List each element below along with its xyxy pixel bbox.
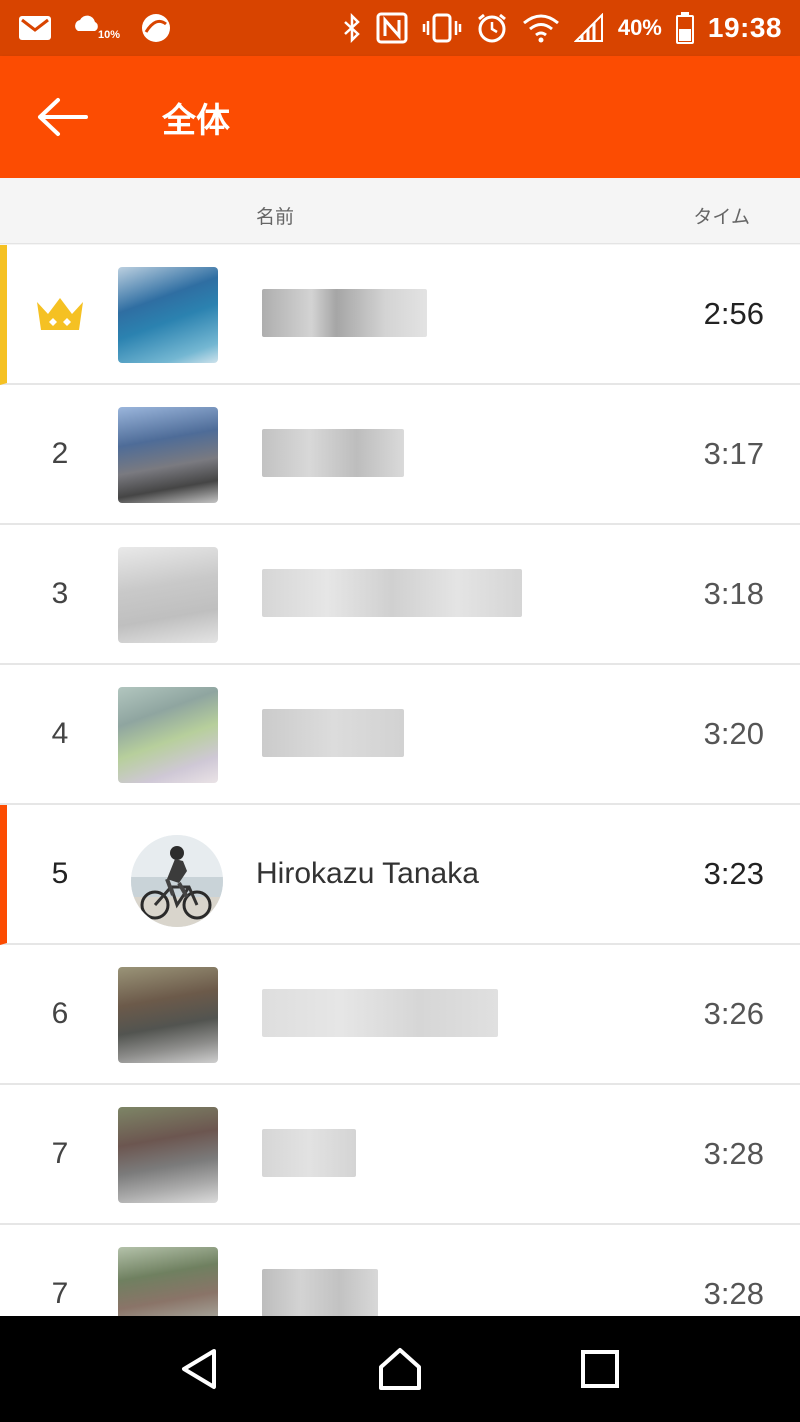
bluetooth-icon [342, 13, 362, 43]
recents-icon [581, 1350, 619, 1388]
avatar [131, 835, 223, 927]
status-clock: 19:38 [707, 12, 782, 43]
time-value: 3:28 [703, 1136, 764, 1171]
leaderboard-list: 2:56 2 3:17 3 3:18 4 3:20 5 Hirokazu Tan… [0, 245, 800, 1365]
avatar [118, 687, 218, 783]
time-value: 2:56 [703, 296, 764, 331]
screen: 10% 40% 19:38 全体 名前 タイム 2:56 2 3:17 3 3:… [0, 0, 800, 1422]
avatar-blurred [118, 267, 218, 363]
gmail-icon [18, 15, 52, 41]
leaderboard-row[interactable]: 2 3:17 [0, 385, 800, 525]
back-button[interactable] [0, 56, 124, 178]
weather-percent: 10% [98, 29, 121, 41]
column-header-time: タイム [693, 207, 750, 228]
time-value: 3:26 [703, 996, 764, 1031]
signal-icon [573, 13, 604, 43]
avatar [118, 967, 218, 1063]
battery-percent: 40% [617, 15, 662, 40]
time-value: 3:20 [703, 716, 764, 751]
rank-number: 5 [51, 857, 69, 890]
leaderboard-row[interactable]: 2:56 [0, 245, 800, 385]
leaderboard-row[interactable]: 7 3:28 [0, 1085, 800, 1225]
home-icon [379, 1348, 421, 1390]
cyclist-avatar-image [131, 835, 223, 927]
time-value: 3:23 [703, 856, 764, 891]
rank-number: 7 [51, 1137, 69, 1170]
rank-crown [0, 245, 120, 383]
avatar-blurred [118, 687, 218, 783]
column-header-name: 名前 [256, 207, 295, 228]
avatar [118, 1107, 218, 1203]
arrow-left-icon [38, 98, 88, 136]
nav-home-button[interactable] [360, 1329, 440, 1409]
avatar [118, 407, 218, 503]
app-bar: 全体 [0, 56, 800, 178]
status-right-icons: 40% 19:38 [342, 12, 782, 44]
avatar [118, 547, 218, 643]
time-value: 3:17 [703, 436, 764, 471]
name-redacted [262, 569, 522, 617]
alarm-icon [476, 12, 508, 44]
name-redacted [262, 709, 404, 757]
list-header: 名前 タイム [0, 178, 800, 244]
nfc-icon [376, 12, 408, 44]
rank-number: 3 [51, 577, 69, 610]
battery-icon [675, 12, 694, 44]
name-redacted [262, 989, 498, 1037]
avatar-blurred [118, 1107, 218, 1203]
nav-back-button[interactable] [160, 1329, 240, 1409]
status-bar: 10% 40% 19:38 [0, 0, 800, 56]
rank-number: 2 [51, 437, 69, 470]
avatar-blurred [118, 967, 218, 1063]
crown-icon [37, 298, 83, 330]
leaderboard-row-current-user[interactable]: 5 Hirokazu Tanaka 3:23 [0, 805, 800, 945]
app-icon [140, 12, 172, 44]
athlete-name: Hirokazu Tanaka [256, 857, 479, 890]
avatar-blurred [118, 547, 218, 643]
name-redacted [262, 1129, 356, 1177]
name-redacted [262, 429, 404, 477]
leaderboard-row[interactable]: 6 3:26 [0, 945, 800, 1085]
rank-number: 6 [51, 997, 69, 1030]
leaderboard-row[interactable]: 4 3:20 [0, 665, 800, 805]
status-left-icons: 10% [18, 12, 172, 44]
wifi-icon [522, 13, 560, 43]
page-title: 全体 [162, 101, 230, 140]
avatar [118, 267, 218, 363]
system-nav-bar [0, 1316, 800, 1422]
weather-icon: 10% [72, 15, 120, 41]
leaderboard-row[interactable]: 3 3:18 [0, 525, 800, 665]
name-redacted [262, 289, 427, 337]
back-triangle-icon [182, 1349, 216, 1389]
nav-recents-button[interactable] [560, 1329, 640, 1409]
name-redacted [262, 1269, 378, 1317]
rank-number: 4 [51, 717, 69, 750]
vibrate-icon [422, 13, 462, 43]
avatar-blurred [118, 407, 218, 503]
time-value: 3:18 [703, 576, 764, 611]
